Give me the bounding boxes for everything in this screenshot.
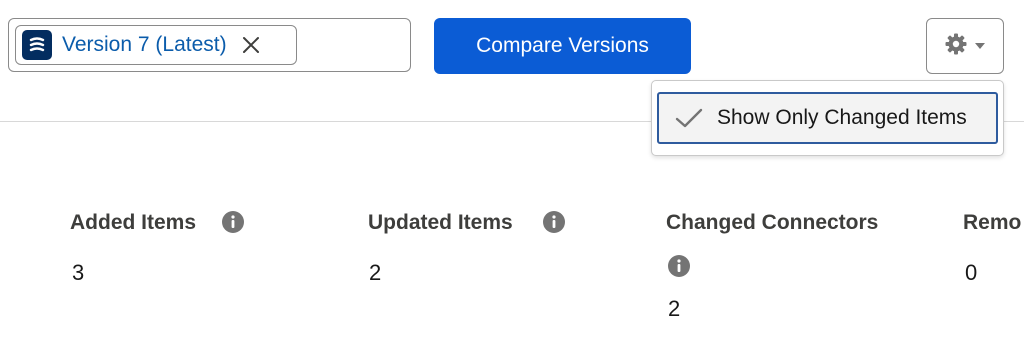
removed-items-label: Remo (963, 211, 1022, 234)
flow-icon (22, 30, 52, 60)
info-icon[interactable] (222, 211, 244, 233)
changed-connectors-value: 2 (668, 296, 681, 321)
selected-version-pill[interactable]: Version 7 (Latest) (15, 25, 297, 65)
chevron-down-icon (974, 37, 986, 55)
added-items-label: Added Items (70, 211, 197, 234)
settings-menu-button[interactable] (926, 18, 1004, 74)
version-picker[interactable]: Version 7 (Latest) (8, 18, 411, 72)
added-items-value: 3 (72, 260, 85, 285)
updated-items-value: 2 (369, 260, 382, 285)
selected-version-label: Version 7 (Latest) (62, 33, 227, 56)
check-icon (675, 108, 703, 128)
updated-items-label: Updated Items (368, 211, 513, 234)
close-icon[interactable] (239, 33, 263, 57)
info-icon[interactable] (543, 211, 565, 233)
compare-versions-button[interactable]: Compare Versions (434, 18, 691, 74)
menu-item-show-only-changed[interactable]: Show Only Changed Items (657, 92, 998, 144)
gear-icon (944, 32, 968, 61)
menu-item-label: Show Only Changed Items (717, 106, 967, 129)
settings-dropdown: Show Only Changed Items (651, 80, 1004, 156)
changed-connectors-label: Changed Connectors (666, 211, 879, 234)
info-icon[interactable] (668, 255, 690, 277)
removed-items-value: 0 (965, 260, 978, 285)
